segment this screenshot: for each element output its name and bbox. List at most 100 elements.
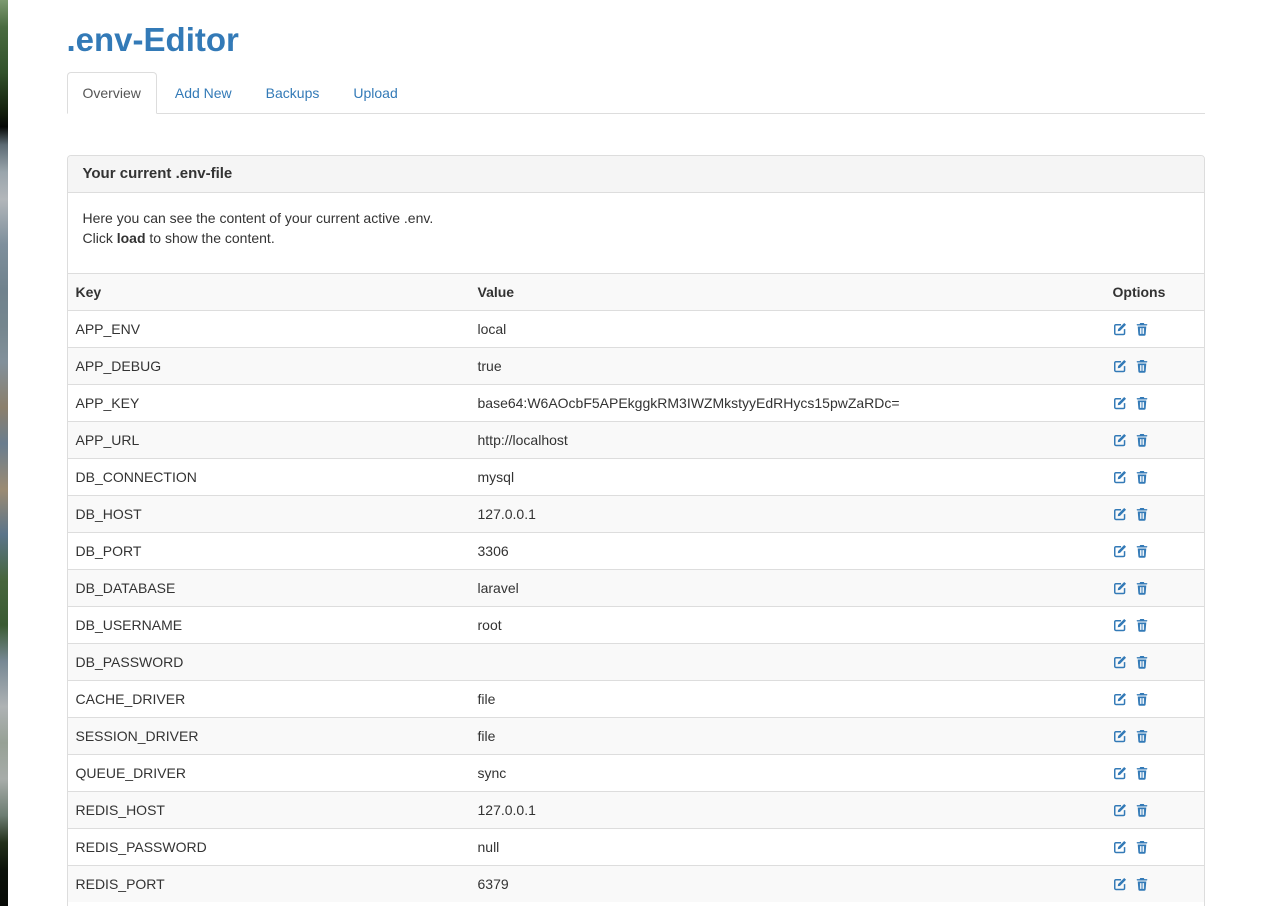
edit-button[interactable]: [1113, 763, 1127, 783]
edit-button[interactable]: [1113, 578, 1127, 598]
tab-backups[interactable]: Backups: [250, 72, 336, 114]
panel-tail: [68, 902, 1204, 906]
current-env-panel: Your current .env-file Here you can see …: [67, 155, 1205, 906]
edit-icon: [1113, 617, 1127, 633]
trash-icon: [1135, 358, 1149, 374]
options-cell: [1105, 607, 1204, 644]
edit-icon: [1113, 728, 1127, 744]
trash-icon: [1135, 728, 1149, 744]
column-header-options: Options: [1105, 274, 1204, 311]
value-cell: 127.0.0.1: [470, 496, 1105, 533]
table-header-row: Key Value Options: [68, 274, 1204, 311]
table-row: QUEUE_DRIVER sync: [68, 755, 1204, 792]
delete-button[interactable]: [1135, 356, 1149, 376]
delete-button[interactable]: [1135, 578, 1149, 598]
value-cell: 127.0.0.1: [470, 792, 1105, 829]
trash-icon: [1135, 395, 1149, 411]
edit-icon: [1113, 395, 1127, 411]
delete-button[interactable]: [1135, 726, 1149, 746]
edit-button[interactable]: [1113, 467, 1127, 487]
table-row: APP_URL http://localhost: [68, 422, 1204, 459]
delete-button[interactable]: [1135, 430, 1149, 450]
delete-button[interactable]: [1135, 504, 1149, 524]
delete-button[interactable]: [1135, 615, 1149, 635]
key-cell: APP_DEBUG: [68, 348, 470, 385]
value-cell: sync: [470, 755, 1105, 792]
key-cell: CACHE_DRIVER: [68, 681, 470, 718]
tab-overview[interactable]: Overview: [67, 72, 157, 114]
edit-button[interactable]: [1113, 615, 1127, 635]
delete-button[interactable]: [1135, 874, 1149, 894]
key-cell: DB_CONNECTION: [68, 459, 470, 496]
edit-button[interactable]: [1113, 319, 1127, 339]
key-cell: DB_PASSWORD: [68, 644, 470, 681]
value-cell: 3306: [470, 533, 1105, 570]
options-cell: [1105, 718, 1204, 755]
tab-upload[interactable]: Upload: [337, 72, 413, 114]
trash-icon: [1135, 580, 1149, 596]
value-cell: mysql: [470, 459, 1105, 496]
panel-heading: Your current .env-file: [68, 156, 1204, 193]
delete-button[interactable]: [1135, 319, 1149, 339]
table-row: APP_ENV local: [68, 311, 1204, 348]
options-cell: [1105, 681, 1204, 718]
key-cell: QUEUE_DRIVER: [68, 755, 470, 792]
table-row: DB_USERNAME root: [68, 607, 1204, 644]
edit-button[interactable]: [1113, 356, 1127, 376]
key-cell: REDIS_PASSWORD: [68, 829, 470, 866]
edit-icon: [1113, 580, 1127, 596]
edit-button[interactable]: [1113, 726, 1127, 746]
edit-icon: [1113, 469, 1127, 485]
delete-button[interactable]: [1135, 467, 1149, 487]
delete-button[interactable]: [1135, 689, 1149, 709]
table-row: DB_CONNECTION mysql: [68, 459, 1204, 496]
table-row: REDIS_PORT 6379: [68, 866, 1204, 903]
content-container: .env-Editor OverviewAdd NewBackupsUpload…: [67, 22, 1205, 906]
column-header-key: Key: [68, 274, 470, 311]
tab-bar: OverviewAdd NewBackupsUpload: [67, 72, 1205, 114]
trash-icon: [1135, 839, 1149, 855]
trash-icon: [1135, 469, 1149, 485]
trash-icon: [1135, 321, 1149, 337]
options-cell: [1105, 459, 1204, 496]
key-cell: APP_ENV: [68, 311, 470, 348]
edit-button[interactable]: [1113, 689, 1127, 709]
edit-button[interactable]: [1113, 800, 1127, 820]
delete-button[interactable]: [1135, 837, 1149, 857]
edit-icon: [1113, 543, 1127, 559]
options-cell: [1105, 311, 1204, 348]
table-row: DB_HOST 127.0.0.1: [68, 496, 1204, 533]
delete-button[interactable]: [1135, 393, 1149, 413]
tab-add-new[interactable]: Add New: [159, 72, 248, 114]
edit-button[interactable]: [1113, 837, 1127, 857]
edit-icon: [1113, 765, 1127, 781]
panel-description: Here you can see the content of your cur…: [68, 193, 1204, 273]
delete-button[interactable]: [1135, 800, 1149, 820]
tab-item: Add New: [159, 72, 248, 114]
delete-button[interactable]: [1135, 541, 1149, 561]
options-cell: [1105, 866, 1204, 903]
description-line2-prefix: Click: [83, 230, 117, 246]
env-editor-page: .env-Editor OverviewAdd NewBackupsUpload…: [8, 22, 1263, 906]
key-cell: DB_DATABASE: [68, 570, 470, 607]
edit-button[interactable]: [1113, 393, 1127, 413]
edit-button[interactable]: [1113, 541, 1127, 561]
edit-icon: [1113, 839, 1127, 855]
edit-button[interactable]: [1113, 504, 1127, 524]
delete-button[interactable]: [1135, 652, 1149, 672]
key-cell: APP_KEY: [68, 385, 470, 422]
options-cell: [1105, 570, 1204, 607]
table-row: DB_PORT 3306: [68, 533, 1204, 570]
value-cell: root: [470, 607, 1105, 644]
edit-button[interactable]: [1113, 874, 1127, 894]
options-cell: [1105, 348, 1204, 385]
trash-icon: [1135, 802, 1149, 818]
edit-button[interactable]: [1113, 652, 1127, 672]
description-load-keyword: load: [117, 230, 146, 246]
edit-icon: [1113, 876, 1127, 892]
edit-button[interactable]: [1113, 430, 1127, 450]
value-cell: laravel: [470, 570, 1105, 607]
delete-button[interactable]: [1135, 763, 1149, 783]
trash-icon: [1135, 432, 1149, 448]
key-cell: DB_PORT: [68, 533, 470, 570]
